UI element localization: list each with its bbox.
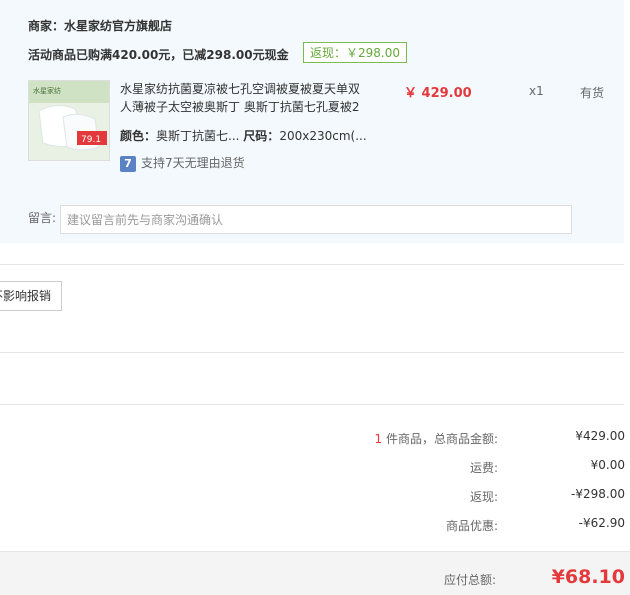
thumb-price: 79.1 — [81, 135, 101, 145]
product-image: 79.1 水星家纺 — [29, 81, 109, 160]
discount-label: 商品优惠: — [445, 519, 498, 533]
seven-day-return-icon: 7 — [120, 155, 136, 172]
product-price: ￥ 429.00 — [404, 86, 472, 101]
cashback-label: 返现: — [469, 490, 498, 504]
cashback-value: -¥298.00 — [571, 487, 625, 501]
shipping-value: ¥0.00 — [590, 458, 625, 472]
shipping-label: 运费: — [469, 461, 498, 475]
product-thumbnail[interactable]: 79.1 水星家纺 — [28, 80, 110, 161]
goods-total-label: 1 件商品，总商品金额: — [375, 430, 499, 447]
product-title-link[interactable]: 水星家纺抗菌夏凉被七孔空调被夏被夏天单双人薄被子太空被奥斯丁 奥斯丁抗菌七孔夏被… — [120, 80, 365, 116]
divider — [0, 352, 624, 353]
size-key: 尺码： — [243, 129, 280, 143]
total-value: ¥68.10 — [551, 566, 625, 588]
size-value: 200x230cm(... — [279, 129, 367, 143]
return-policy-text: 支持7天无理由退货 — [141, 156, 245, 170]
color-key: 颜色： — [120, 129, 157, 143]
message-label: 留言: — [28, 211, 57, 225]
product-spec: 颜色：奥斯丁抗菌七... 尺码：200x230cm(... — [120, 127, 367, 144]
merchant-name: 商家：水星家纺官方旗舰店 — [28, 19, 173, 33]
invoice-button[interactable]: 不影响报销 — [0, 281, 62, 311]
discount-value: -¥62.90 — [578, 516, 625, 530]
cashback-badge: 返现：￥298.00 — [303, 42, 407, 63]
divider — [0, 264, 624, 265]
color-value: 奥斯丁抗菌七... — [156, 129, 240, 143]
divider — [0, 404, 624, 405]
goods-total-text: 件商品，总商品金额: — [382, 432, 498, 446]
total-bar — [0, 551, 630, 595]
return-policy: 7 支持7天无理由退货 — [120, 154, 245, 172]
product-quantity: x1 — [529, 84, 544, 98]
item-count: 1 — [374, 432, 383, 446]
goods-total-value: ¥429.00 — [575, 429, 625, 443]
promo-summary: 活动商品已购满420.00元，已减298.00元现金 — [28, 48, 289, 62]
message-input[interactable] — [60, 205, 572, 234]
thumb-brand: 水星家纺 — [33, 86, 61, 95]
stock-status: 有货 — [580, 86, 605, 100]
total-label: 应付总额: — [443, 573, 496, 587]
